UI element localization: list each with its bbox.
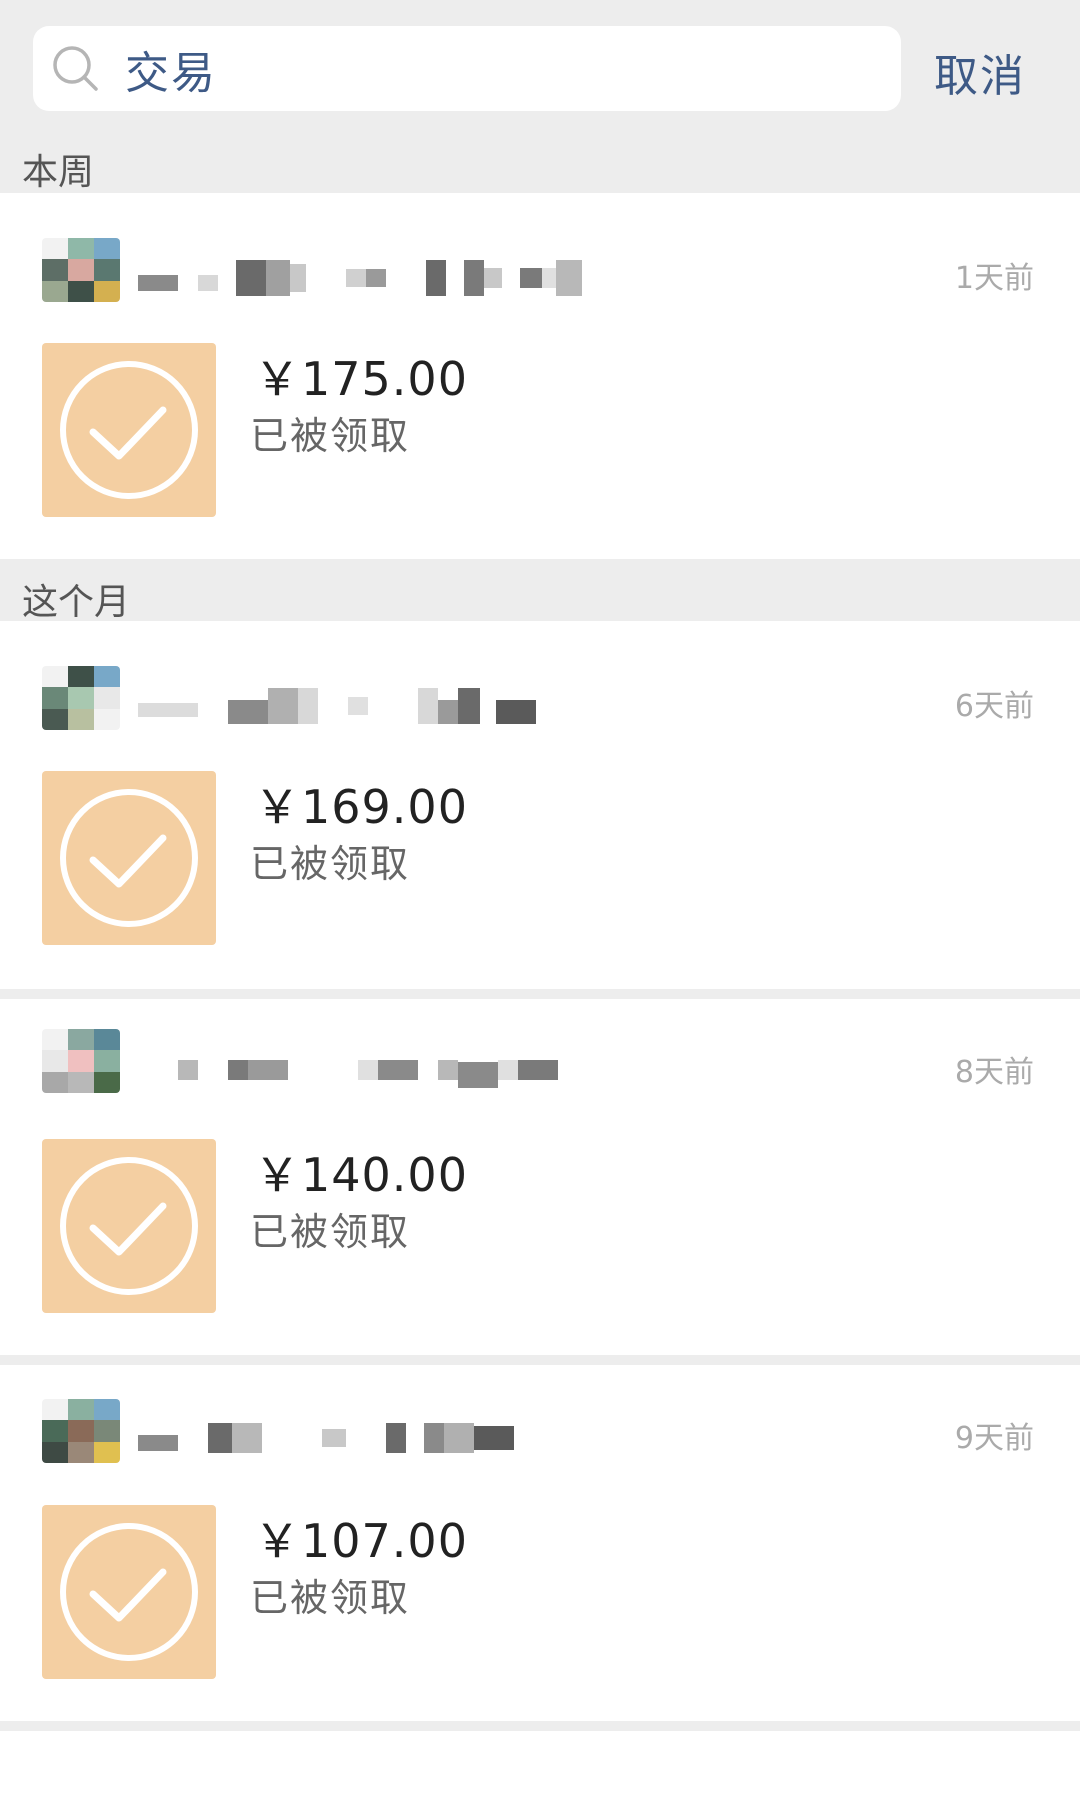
time-ago: 8天前 [954,1055,1034,1090]
transaction-card[interactable]: 6天前 ￥169.00 已被领取 [0,621,1080,989]
transfer-amount: ￥107.00 [254,1514,468,1568]
avatar [42,1029,120,1093]
search-icon [53,45,98,91]
card-separator [0,1355,1080,1365]
transfer-status: 已被领取 [250,842,411,886]
transaction-card[interactable]: 8天前 ￥140.00 已被领取 [0,999,1080,1355]
sender-name-blurred [138,259,638,297]
received-check-icon [42,1139,216,1313]
sender-name-blurred [138,1419,638,1457]
cancel-button[interactable]: 取消 [934,40,1026,104]
transfer-amount: ￥169.00 [254,780,468,834]
card-separator [0,989,1080,999]
transfer-amount: ￥175.00 [254,352,468,406]
avatar [42,666,120,730]
time-ago: 9天前 [954,1421,1034,1456]
card-separator [0,1721,1080,1731]
transaction-card[interactable]: 9天前 ￥107.00 已被领取 [0,1365,1080,1721]
transfer-status: 已被领取 [250,1576,411,1620]
search-input[interactable]: 交易 [33,26,901,111]
transfer-status: 已被领取 [250,1210,411,1254]
avatar [42,238,120,302]
received-check-icon [42,771,216,945]
search-query: 交易 [125,47,217,99]
section-label-this-month: 这个月 [22,582,131,623]
avatar [42,1399,120,1463]
transfer-amount: ￥140.00 [254,1148,468,1202]
section-label-this-week: 本周 [22,152,95,193]
list-end-area [0,1731,1080,1812]
sender-name-blurred [138,1051,638,1089]
received-check-icon [42,1505,216,1679]
transaction-search-screen: 交易 取消 本周 1天前 ￥175.00 已被领取 这个月 6天前 ￥169.0… [0,0,1080,1812]
transaction-card[interactable]: 1天前 ￥175.00 已被领取 [0,193,1080,559]
transfer-status: 已被领取 [250,414,411,458]
search-header: 交易 取消 [0,0,1080,138]
received-check-icon [42,343,216,517]
time-ago: 6天前 [954,689,1034,724]
sender-name-blurred [138,687,638,725]
time-ago: 1天前 [954,261,1034,296]
